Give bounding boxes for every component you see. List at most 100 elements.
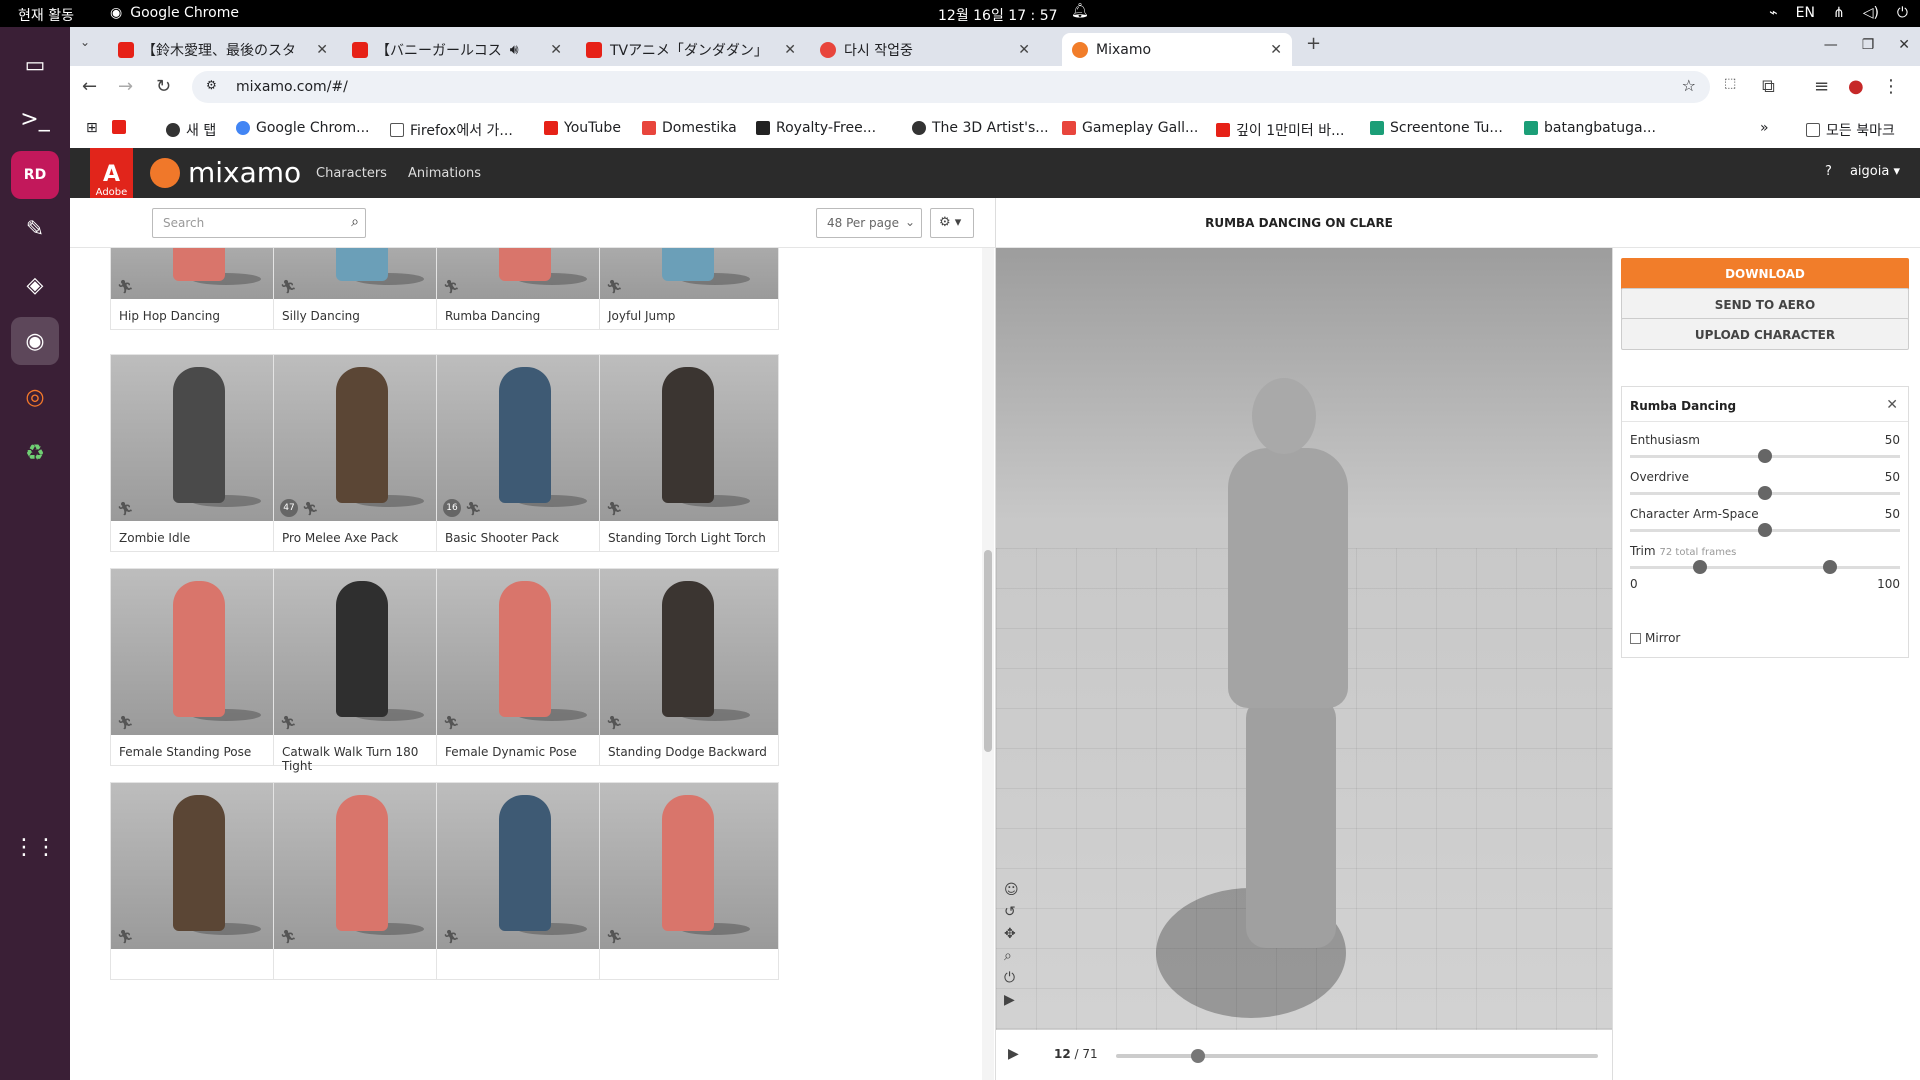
animation-card[interactable]: 🏃︎ Standing Dodge Backward [599,568,779,766]
animation-card[interactable]: 🏃︎ Joyful Jump [599,248,779,330]
new-tab-button[interactable]: + [1306,33,1321,54]
skeleton-icon[interactable]: ☺ [1004,882,1019,898]
tab-3[interactable]: TVアニメ「ダンダダン」 ✕ [576,33,806,66]
trim-slider[interactable] [1630,560,1900,574]
clock[interactable]: 12월 16일 17 : 57 [938,5,1058,25]
animation-card[interactable]: 47 🏃︎ Pro Melee Axe Pack [273,354,453,552]
tab-search-icon[interactable]: ⌄ [80,35,90,49]
help-icon[interactable]: ? [1825,164,1832,179]
bookmark-4[interactable]: YouTube [544,120,621,136]
close-icon[interactable]: ✕ [1270,42,1282,58]
maximize-icon[interactable]: ❐ [1862,37,1875,53]
blender-icon[interactable]: ◎ [11,373,59,421]
search-input[interactable]: Search ⌕ [152,208,366,238]
settings-dropdown[interactable]: ⚙ ▾ [930,208,974,238]
per-page-select[interactable]: 48 Per page ⌄ [816,208,922,238]
apps-icon[interactable]: ⊞ [86,120,98,136]
minimize-icon[interactable]: — [1824,37,1838,53]
nav-characters[interactable]: Characters [316,166,387,181]
search-icon[interactable]: ⌕ [351,214,359,230]
play-icon[interactable]: ▶ [1008,1046,1019,1062]
zoom-icon[interactable]: ⌕ [1004,948,1019,964]
bookmark-0[interactable] [112,120,126,134]
animation-card[interactable]: 🏃︎ Standing Torch Light Torch [599,354,779,552]
download-button[interactable]: DOWNLOAD [1621,258,1909,290]
slider-knob[interactable] [1758,523,1772,537]
bookmark-9[interactable]: 깊이 1만미터 바... [1216,120,1344,140]
animation-card[interactable]: 🏃︎ Female Standing Pose [110,568,290,766]
tab-2[interactable]: 【バニーガールコス 🔊︎ ✕ [342,33,572,66]
trash-icon[interactable]: ♻ [11,429,59,477]
rider-icon[interactable]: RD [11,151,59,199]
close-icon[interactable]: ✕ [784,42,796,58]
animation-card[interactable]: 🏃︎ [436,782,616,980]
bookmark-6[interactable]: Royalty-Free... [756,120,876,136]
animation-card[interactable]: 🏃︎ Catwalk Walk Turn 180 Tight [273,568,453,773]
close-icon[interactable]: ✕ [1018,42,1030,58]
chrome-dock-icon[interactable]: ◉ [11,317,59,365]
forward-icon[interactable]: → [118,76,133,97]
arm-space-slider[interactable] [1630,523,1900,537]
animation-card[interactable]: 🏃︎ [110,782,290,980]
address-bar[interactable]: ⚙ mixamo.com/#/ ☆ [192,71,1710,103]
scrollbar-thumb[interactable] [984,550,992,752]
nav-animations[interactable]: Animations [408,166,481,181]
checkbox-box[interactable] [1630,632,1641,644]
terminal-icon[interactable]: >_ [11,95,59,143]
timeline-handle[interactable] [1190,1049,1205,1063]
animation-card[interactable]: 🏃︎ Zombie Idle [110,354,290,552]
notification-bell-icon[interactable]: 🔔︎ [1071,3,1089,19]
upload-character-button[interactable]: UPLOAD CHARACTER [1621,318,1909,350]
animation-card[interactable]: 🏃︎ [273,782,453,980]
reload-icon[interactable]: ↻ [156,76,171,97]
close-window-icon[interactable]: ✕ [1898,37,1910,53]
language-indicator[interactable]: EN [1796,5,1815,21]
system-tray[interactable]: ⌁ EN ⋔ ◁) ⏻ [1769,5,1908,21]
send-to-aero-button[interactable]: SEND TO AERO [1621,288,1909,320]
bookmark-5[interactable]: Domestika [642,120,737,136]
bookmark-10[interactable]: Screentone Tu... [1370,120,1503,136]
app-grid-icon[interactable]: ⋮⋮ [11,823,59,871]
enthusiasm-slider[interactable] [1630,449,1900,463]
reset-view-icon[interactable]: ↺ [1004,904,1019,920]
tab-4[interactable]: 다시 작업중 ✕ [810,33,1040,66]
activities-button[interactable]: 현재 활동 [18,5,74,25]
more-bookmarks-icon[interactable]: » [1760,120,1769,136]
bookmark-2[interactable]: Google Chrom... [236,120,369,136]
bookmark-1[interactable]: 새 탭 [166,120,216,140]
slider-knob[interactable] [1758,486,1772,500]
mirror-checkbox[interactable]: Mirror [1630,631,1680,645]
3d-viewport[interactable] [996,248,1612,1030]
extension-off-icon[interactable]: ⬚ [1724,76,1736,91]
close-icon[interactable]: ✕ [1886,397,1898,413]
krita-icon[interactable]: ✎ [11,205,59,253]
trim-start-knob[interactable] [1693,560,1708,574]
reading-list-icon[interactable]: ≡ [1814,76,1829,97]
menu-icon[interactable]: ⋮ [1882,76,1900,97]
pan-icon[interactable]: ✥ [1004,926,1019,942]
animation-card[interactable]: 16 🏃︎ Basic Shooter Pack [436,354,616,552]
bookmark-3[interactable]: Firefox에서 가... [390,120,513,140]
all-bookmarks[interactable]: 모든 북마크 [1806,120,1895,140]
animation-card[interactable]: 🏃︎ Rumba Dancing [436,248,616,330]
camera-icon[interactable]: ▶ [1004,992,1019,1008]
bookmark-star-icon[interactable]: ☆ [1682,76,1696,95]
timeline-track[interactable] [1116,1049,1598,1063]
back-icon[interactable]: ← [82,76,97,97]
scrollbar[interactable] [982,248,994,1080]
site-info-icon[interactable]: ⚙ [206,78,217,92]
overdrive-slider[interactable] [1630,486,1900,500]
profile-icon[interactable]: ● [1848,76,1864,97]
mixamo-logo[interactable]: mixamo [150,156,301,189]
tab-1[interactable]: 【鈴木愛理、最後のスタ ✕ [108,33,338,66]
bookmark-11[interactable]: batangbatuga... [1524,120,1656,136]
extensions-icon[interactable]: ⧉ [1762,76,1775,97]
slider-knob[interactable] [1758,449,1772,463]
trim-end-knob[interactable] [1822,560,1837,574]
power-toggle-icon[interactable]: ⏻ [1004,970,1019,986]
close-icon[interactable]: ✕ [316,42,328,58]
files-icon[interactable]: ▭ [11,41,59,89]
animation-card[interactable]: 🏃︎ Hip Hop Dancing [110,248,290,330]
animation-card[interactable]: 🏃︎ Female Dynamic Pose [436,568,616,766]
animation-card[interactable]: 🏃︎ Silly Dancing [273,248,453,330]
